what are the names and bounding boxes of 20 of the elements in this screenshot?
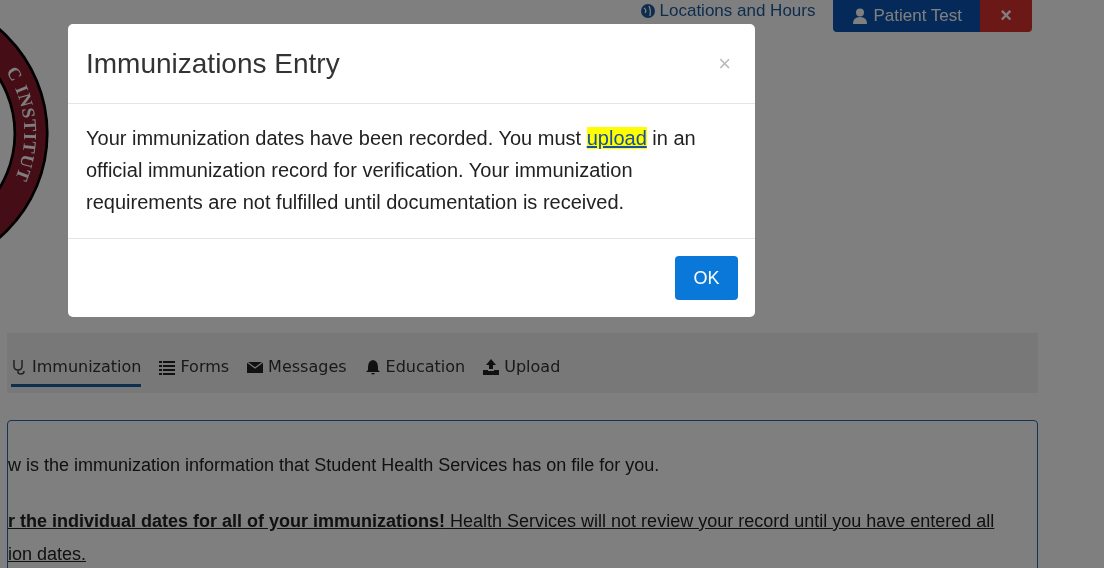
- modal-title: Immunizations Entry: [86, 46, 340, 81]
- logout-button[interactable]: ×: [980, 0, 1032, 32]
- modal-message: Your immunization dates have been recorded. You must upload in an official immunization record for verification. Your immunization requirements are not fulfilled until documentation is received.: [86, 126, 697, 215]
- nav-tab[interactable]: Forms: [159, 355, 230, 387]
- list-icon: [159, 359, 176, 375]
- nav-tab[interactable]: Education: [364, 355, 466, 387]
- info-text: w is the immunization information that Student Health Services has on file for you.: [8, 454, 661, 477]
- nav-tab[interactable]: Upload: [483, 355, 561, 387]
- nav-tab[interactable]: Immunization: [11, 355, 142, 387]
- stethoscope-icon: [11, 359, 27, 375]
- locations-link[interactable]: Locations and Hours: [640, 0, 816, 24]
- upload-link[interactable]: upload: [586, 127, 647, 149]
- user-button[interactable]: Patient Test: [833, 0, 980, 32]
- user-icon: [853, 8, 868, 24]
- nav-tab[interactable]: Messages: [247, 355, 347, 387]
- bell-icon: [364, 359, 381, 375]
- ok-button[interactable]: OK: [675, 256, 738, 300]
- upload-icon: [483, 359, 500, 375]
- envelope-icon: [247, 359, 264, 375]
- notice-text: r the individual dates for all of your immunizations! Health Services will not review your record until you have entered all ion dates.: [8, 510, 996, 566]
